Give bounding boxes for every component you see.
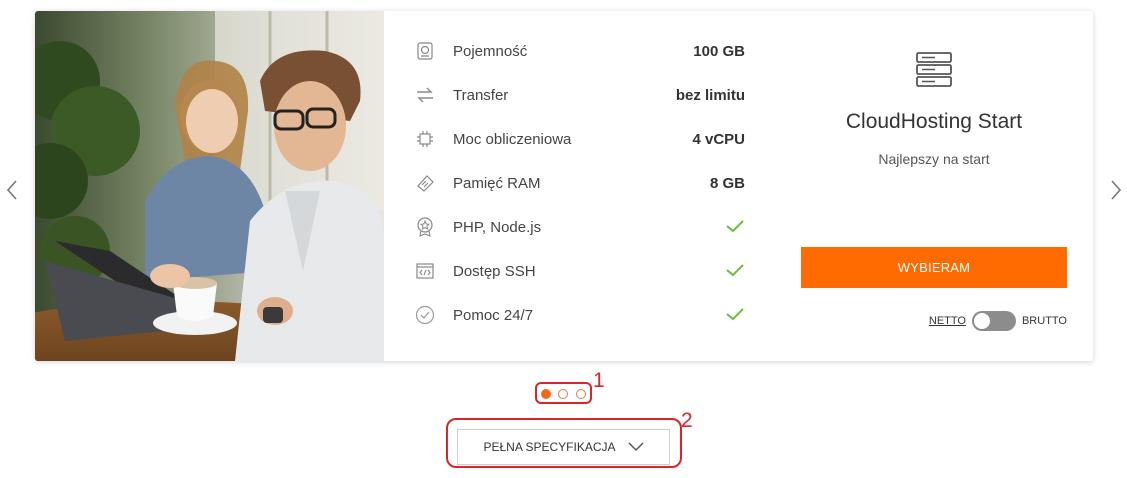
annotation-label-1: 1 (593, 369, 605, 392)
carousel-dot-1[interactable] (541, 389, 551, 399)
spec-label: Dostęp SSH (453, 262, 536, 280)
spec-label: Pojemność (453, 42, 528, 60)
netto-brutto-switch[interactable] (971, 311, 1016, 331)
spec-row-ram: Pamięć RAM 8 GB (415, 161, 745, 205)
switch-knob (973, 313, 990, 329)
choose-plan-button[interactable]: WYBIERAM (801, 247, 1067, 288)
carousel-prev-button[interactable] (0, 176, 24, 204)
check-icon (723, 307, 745, 323)
spec-label: Transfer (453, 86, 509, 104)
chevron-down-icon (627, 442, 644, 452)
hard-drive-icon (415, 41, 435, 61)
spec-row-support: Pomoc 24/7 (415, 293, 745, 337)
transfer-arrows-icon (415, 85, 435, 105)
spec-row-php: PHP, Node.js (415, 205, 745, 249)
spec-label: Pomoc 24/7 (453, 306, 534, 324)
plan-title: CloudHosting Start (845, 110, 1023, 133)
spec-value: 4 vCPU (692, 130, 745, 148)
spec-row-capacity: Pojemność 100 GB (415, 29, 745, 73)
plan-panel: CloudHosting Start Najlepszy na start WY… (801, 11, 1067, 361)
brutto-label[interactable]: BRUTTO (1022, 315, 1067, 327)
spec-row-transfer: Transfer bez limitu (415, 73, 745, 117)
badge-icon (415, 217, 435, 237)
spec-row-ssh: Dostęp SSH (415, 249, 745, 293)
check-icon (723, 263, 745, 279)
spec-row-compute: Moc obliczeniowa 4 vCPU (415, 117, 745, 161)
spec-label: Pamięć RAM (453, 174, 541, 192)
carousel-dot-3[interactable] (576, 389, 586, 399)
netto-label[interactable]: NETTO (929, 315, 966, 327)
spec-value: bez limitu (675, 86, 745, 104)
ram-memory-icon (415, 173, 435, 193)
product-photo (35, 11, 384, 361)
carousel-dots (535, 382, 592, 404)
check-icon (723, 219, 745, 235)
annotation-label-2: 2 (681, 409, 693, 432)
carousel-next-button[interactable] (1104, 176, 1127, 204)
spec-list: Pojemność 100 GB Transfer bez limitu Moc… (415, 29, 745, 337)
full-specification-label: PEŁNA SPECYFIKACJA (483, 440, 616, 454)
check-circle-icon (415, 305, 435, 325)
cpu-chip-icon (415, 129, 435, 149)
chevron-right-icon (1111, 180, 1122, 200)
price-mode-toggle: NETTO BRUTTO (801, 311, 1067, 331)
plan-card: Pojemność 100 GB Transfer bez limitu Moc… (35, 11, 1093, 361)
carousel-dot-2[interactable] (558, 389, 568, 399)
plan-subtitle: Najlepszy na start (878, 151, 990, 167)
spec-label: Moc obliczeniowa (453, 130, 572, 148)
spec-value: 8 GB (709, 174, 745, 192)
full-specification-button[interactable]: PEŁNA SPECYFIKACJA (457, 429, 670, 465)
chevron-left-icon (6, 180, 17, 200)
spec-label: PHP, Node.js (453, 218, 542, 236)
spec-value: 100 GB (693, 42, 745, 60)
code-window-icon (415, 261, 435, 281)
server-icon (915, 51, 953, 94)
